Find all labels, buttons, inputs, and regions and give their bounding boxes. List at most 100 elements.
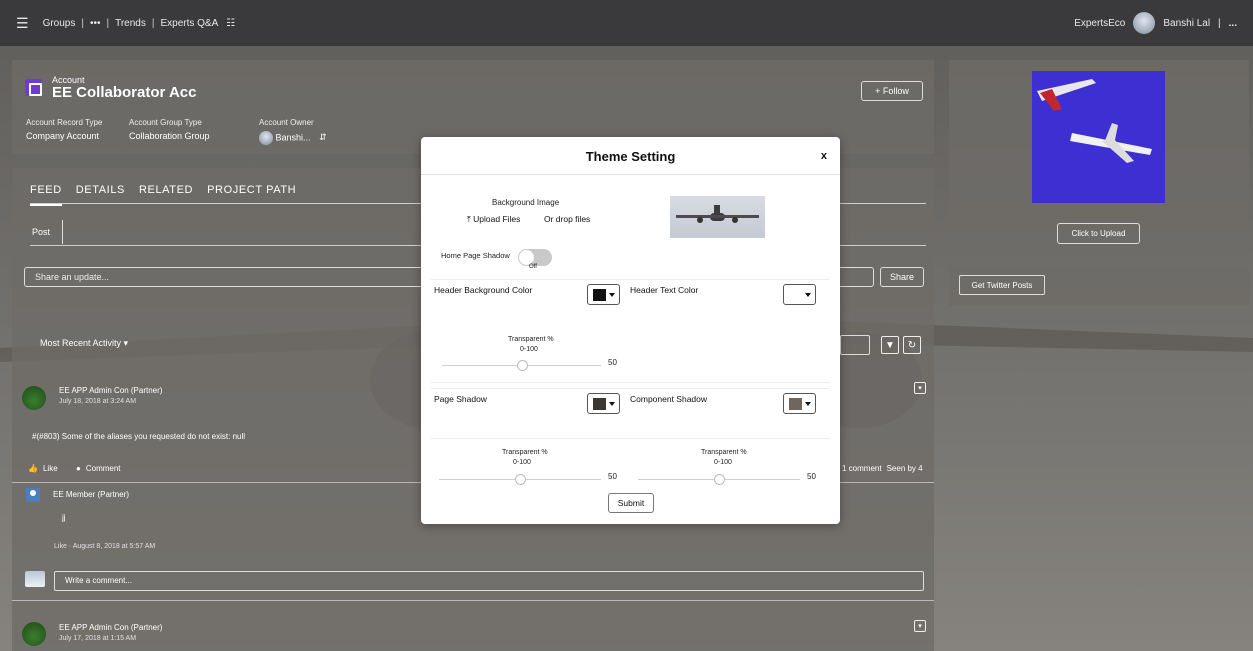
reply-timestamp[interactable]: August 8, 2018 at 5:57 AM [73, 543, 156, 550]
header-background-color-picker[interactable] [587, 284, 620, 305]
range-label: 0-100 [513, 459, 531, 466]
list-settings-icon[interactable]: ☷ [226, 18, 235, 29]
page-shadow-label: Page Shadow [434, 394, 487, 404]
field-label: Account Record Type [26, 118, 103, 127]
header-transparency-slider[interactable] [442, 360, 601, 371]
theme-setting-modal: Theme Setting x Background Image ⤒ Uploa… [421, 137, 840, 524]
divider [431, 438, 829, 439]
range-label: 0-100 [520, 346, 538, 353]
nav-more[interactable]: ••• [90, 18, 101, 29]
upload-icon: ⤒ [467, 214, 471, 224]
chevron-down-icon [609, 293, 615, 297]
toggle-state-label: Off [529, 264, 537, 270]
chevron-down-icon [805, 402, 811, 406]
slider-knob[interactable] [517, 360, 528, 371]
background-upload-panel: Click to Upload [949, 60, 1249, 254]
transparent-label: Transparent % [502, 449, 548, 456]
page-shadow-transparency-slider[interactable] [439, 474, 601, 485]
field-value: Company Account [26, 131, 100, 141]
chevron-down-icon [609, 402, 615, 406]
like-label: Like [42, 464, 58, 473]
author-avatar[interactable] [22, 386, 46, 410]
post-menu-icon[interactable]: ▾ [914, 620, 926, 632]
airplanes-image [1032, 71, 1165, 203]
reply-author[interactable]: EE Member (Partner) [53, 490, 129, 499]
header-text-color-picker[interactable] [783, 284, 816, 305]
reply-body: jj [62, 513, 66, 522]
menu-icon[interactable]: ☰ [16, 15, 29, 32]
refresh-icon[interactable]: ↻ [903, 336, 921, 354]
topbar-right: ExpertsEco Banshi Lal | ... [1074, 12, 1237, 34]
component-shadow-label: Component Shadow [630, 394, 708, 404]
comment-count[interactable]: 1 comment [842, 464, 882, 473]
author-avatar[interactable] [22, 622, 46, 646]
record-type-field: Account Record Type Company Account [26, 118, 102, 141]
color-swatch [789, 289, 802, 301]
submit-button[interactable]: Submit [608, 493, 654, 513]
user-name[interactable]: Banshi Lal [1163, 18, 1210, 29]
close-icon[interactable]: x [821, 150, 827, 162]
transparency-value: 50 [608, 472, 617, 481]
nav-trends[interactable]: Trends [115, 18, 146, 29]
filter-icon[interactable]: ▼ [881, 336, 899, 354]
owner-link[interactable]: Banshi... ⇵ [259, 131, 327, 145]
post-tab[interactable]: Post [32, 227, 50, 237]
modal-title: Theme Setting [585, 149, 676, 164]
click-to-upload-button[interactable]: Click to Upload [1057, 223, 1140, 244]
upload-files-button[interactable]: ⤒ Upload Files [467, 214, 520, 225]
field-label: Account Group Type [129, 118, 202, 127]
thumbs-up-icon: 👍 [28, 464, 38, 473]
get-twitter-posts-button[interactable]: Get Twitter Posts [959, 275, 1045, 295]
user-avatar[interactable] [1133, 12, 1156, 34]
member-avatar[interactable] [26, 488, 40, 502]
reply-like-link[interactable]: Like [54, 543, 67, 550]
divider [431, 279, 829, 280]
write-comment-input[interactable]: Write a comment... [54, 571, 924, 591]
field-value: Collaboration Group [129, 131, 210, 141]
seen-count[interactable]: Seen by 4 [887, 464, 923, 473]
component-shadow-transparency-slider[interactable] [638, 474, 800, 485]
chevron-down-icon [805, 293, 811, 297]
feed-search-input[interactable] [840, 335, 870, 355]
experts-eco-link[interactable]: ExpertsEco [1074, 18, 1125, 29]
account-icon [25, 79, 42, 96]
nav-separator: | [81, 17, 84, 29]
comment-label: Comment [85, 464, 121, 473]
slider-knob[interactable] [714, 474, 725, 485]
twitter-panel: Get Twitter Posts [949, 266, 1249, 306]
slider-knob[interactable] [515, 474, 526, 485]
post-timestamp[interactable]: July 17, 2018 at 1:15 AM [59, 635, 136, 642]
change-owner-icon[interactable]: ⇵ [319, 132, 327, 142]
nav-separator: | [1218, 17, 1221, 29]
reply-meta: Like · August 8, 2018 at 5:57 AM [54, 543, 155, 550]
header-background-color-label: Header Background Color [434, 285, 533, 295]
uploaded-image-preview [1032, 71, 1165, 203]
page-shadow-color-picker[interactable] [587, 393, 620, 414]
post-menu-icon[interactable]: ▾ [914, 382, 926, 394]
owner-name[interactable]: Banshi... [276, 132, 311, 142]
color-swatch [789, 398, 802, 410]
top-navigation-bar: ☰ Groups | ••• | Trends | Experts Q&A ☷ … [0, 0, 1253, 46]
divider [421, 174, 840, 175]
post-author[interactable]: EE APP Admin Con (Partner) [59, 386, 162, 395]
post-stats: 1 comment Seen by 4 [842, 464, 923, 473]
more-menu-icon[interactable]: ... [1229, 18, 1237, 29]
color-swatch [593, 398, 606, 410]
transparent-label: Transparent % [701, 449, 747, 456]
airplane-image [676, 205, 759, 223]
nav-groups[interactable]: Groups [43, 18, 76, 29]
sort-dropdown[interactable]: Most Recent Activity ▾ [40, 338, 128, 349]
comment-button[interactable]: ● Comment [76, 464, 121, 473]
divider [431, 382, 829, 383]
comment-icon: ● [76, 464, 81, 473]
component-shadow-color-picker[interactable] [783, 393, 816, 414]
nav-experts-qa[interactable]: Experts Q&A [160, 18, 218, 29]
follow-button[interactable]: + Follow [861, 81, 923, 101]
nav-separator: | [151, 17, 155, 29]
share-button[interactable]: Share [880, 267, 924, 287]
post-author[interactable]: EE APP Admin Con (Partner) [59, 623, 162, 632]
upload-files-label: Upload Files [473, 214, 521, 224]
post-timestamp[interactable]: July 18, 2018 at 3:24 AM [59, 398, 136, 405]
like-button[interactable]: 👍 Like [28, 464, 58, 473]
range-label: 0-100 [714, 459, 732, 466]
